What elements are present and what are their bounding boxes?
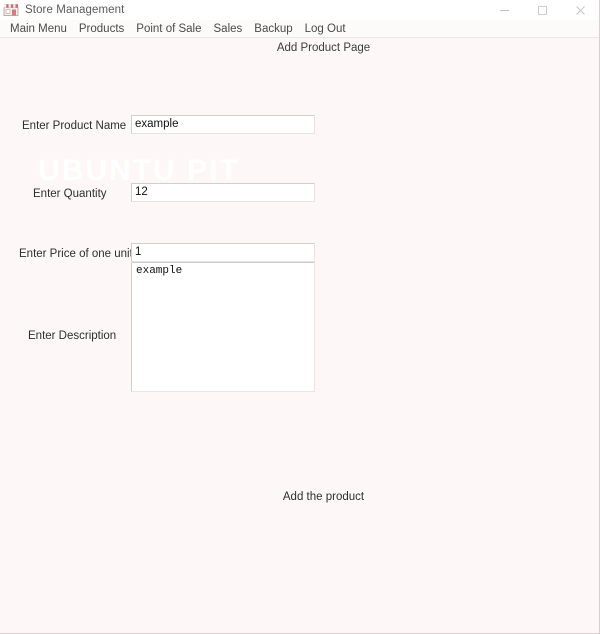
menu-item-sales[interactable]: Sales — [208, 21, 249, 37]
price-input[interactable]: 1 — [131, 243, 315, 262]
menu-item-log-out[interactable]: Log Out — [299, 21, 352, 37]
menu-item-backup[interactable]: Backup — [248, 21, 298, 37]
app-window: Store Management Main Menu Products Poin… — [0, 0, 600, 634]
menu-item-products[interactable]: Products — [73, 21, 130, 37]
product-name-value: example — [135, 118, 179, 130]
store-icon — [3, 2, 19, 18]
window-controls — [485, 0, 599, 20]
close-icon[interactable] — [561, 0, 599, 20]
price-value: 1 — [135, 246, 142, 258]
label-product-name: Enter Product Name — [22, 120, 127, 132]
add-product-button[interactable]: Add the product — [0, 491, 599, 503]
menu-item-point-of-sale[interactable]: Point of Sale — [130, 21, 207, 37]
product-name-input[interactable]: example — [131, 115, 315, 134]
description-value: example — [136, 265, 183, 277]
minimize-icon[interactable] — [485, 0, 523, 20]
title-bar: Store Management — [0, 0, 599, 20]
quantity-value: 12 — [135, 186, 148, 198]
window-title: Store Management — [25, 4, 125, 16]
menu-item-main-menu[interactable]: Main Menu — [4, 21, 73, 37]
maximize-icon[interactable] — [523, 0, 561, 20]
label-quantity: Enter Quantity — [33, 188, 107, 200]
label-price: Enter Price of one unit — [19, 248, 133, 260]
page-title: Add Product Page — [276, 42, 371, 54]
quantity-input[interactable]: 12 — [131, 183, 315, 202]
menu-bar: Main Menu Products Point of Sale Sales B… — [0, 20, 599, 38]
description-textarea[interactable]: example — [131, 262, 315, 392]
label-description: Enter Description — [28, 330, 117, 342]
page-content: Add Product Page UBUNTU PIT Enter Produc… — [0, 38, 599, 633]
